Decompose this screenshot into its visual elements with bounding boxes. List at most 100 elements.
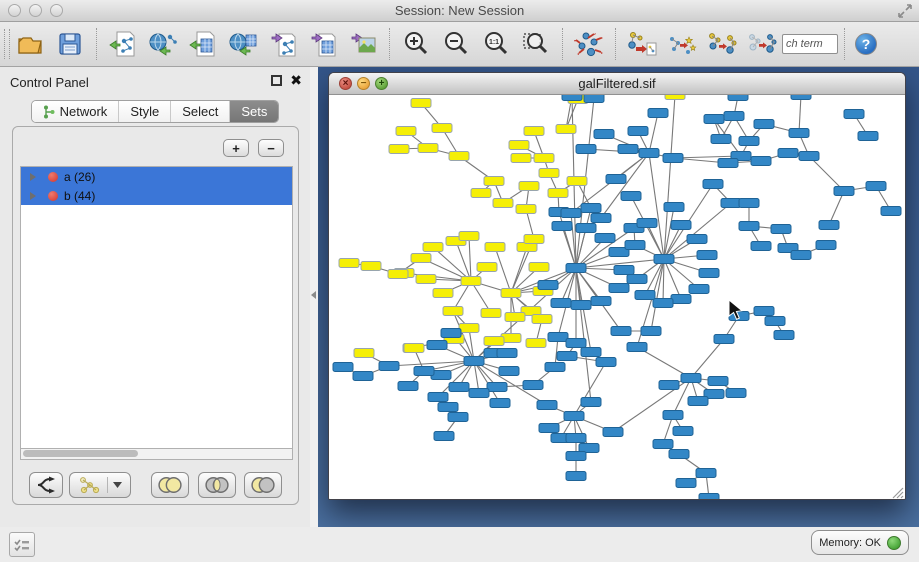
graph-node[interactable] (448, 413, 468, 422)
import-network-url-button[interactable] (143, 25, 183, 63)
graph-node[interactable] (416, 275, 436, 284)
tab-select[interactable]: Select (171, 101, 230, 122)
graph-node[interactable] (816, 241, 836, 250)
graph-node[interactable] (566, 434, 586, 443)
graph-node[interactable] (637, 219, 657, 228)
graph-node[interactable] (581, 348, 601, 357)
set-row-b[interactable]: b (44) (21, 186, 292, 205)
graph-node[interactable] (396, 127, 416, 136)
graph-node[interactable] (591, 297, 611, 306)
graph-node[interactable] (834, 187, 854, 196)
graph-node[interactable] (663, 411, 683, 420)
graph-edge[interactable] (576, 268, 591, 402)
graph-node[interactable] (361, 262, 381, 271)
zoom-window-button[interactable] (50, 4, 63, 17)
graph-node[interactable] (511, 154, 531, 163)
graph-node[interactable] (799, 152, 819, 161)
graph-edge[interactable] (469, 236, 471, 281)
graph-node[interactable] (676, 479, 696, 488)
graph-edge[interactable] (809, 156, 844, 191)
window-resize-grip[interactable] (893, 488, 903, 498)
graph-edge[interactable] (574, 362, 606, 416)
graph-node[interactable] (881, 207, 901, 216)
graph-node[interactable] (449, 383, 469, 392)
graph-node[interactable] (524, 235, 544, 244)
graph-node[interactable] (464, 357, 484, 366)
graph-node[interactable] (754, 307, 774, 316)
graph-node[interactable] (477, 263, 497, 272)
graph-node[interactable] (627, 343, 647, 352)
graph-node[interactable] (594, 130, 614, 139)
graph-node[interactable] (754, 120, 774, 129)
graph-node[interactable] (379, 362, 399, 371)
graph-edge[interactable] (829, 191, 844, 225)
graph-node[interactable] (618, 145, 638, 154)
import-table-url-button[interactable] (223, 25, 263, 63)
graph-node[interactable] (866, 182, 886, 191)
graph-node[interactable] (664, 203, 684, 212)
graph-edge[interactable] (664, 259, 681, 299)
graph-node[interactable] (539, 169, 559, 178)
graph-node[interactable] (566, 452, 586, 461)
expander-icon[interactable] (30, 173, 36, 181)
graph-node[interactable] (526, 339, 546, 348)
set-row-a[interactable]: a (26) (21, 167, 292, 186)
minimize-view-button[interactable]: − (357, 77, 370, 90)
graph-node[interactable] (428, 393, 448, 402)
export-table-button[interactable] (303, 25, 343, 63)
graph-node[interactable] (696, 469, 716, 478)
graph-node[interactable] (819, 221, 839, 230)
graph-node[interactable] (721, 199, 741, 208)
graph-node[interactable] (509, 141, 529, 150)
graph-node[interactable] (471, 189, 491, 198)
graph-node[interactable] (704, 115, 724, 124)
graph-node[interactable] (681, 374, 701, 383)
graph-node[interactable] (653, 440, 673, 449)
graph-node[interactable] (689, 285, 709, 294)
graph-node[interactable] (516, 205, 536, 214)
graph-node[interactable] (564, 412, 584, 421)
graph-node[interactable] (596, 358, 616, 367)
graph-node[interactable] (687, 235, 707, 244)
graph-node[interactable] (566, 472, 586, 481)
graph-node[interactable] (635, 291, 655, 300)
maximize-view-button[interactable]: + (375, 77, 388, 90)
graph-node[interactable] (774, 331, 794, 340)
search-input[interactable] (782, 34, 838, 54)
help-button[interactable]: ? (855, 33, 877, 55)
graph-node[interactable] (538, 281, 558, 290)
graph-node[interactable] (469, 389, 489, 398)
graph-node[interactable] (493, 199, 513, 208)
graph-node[interactable] (739, 199, 759, 208)
graph-node[interactable] (534, 154, 554, 163)
graph-node[interactable] (532, 315, 552, 324)
graph-node[interactable] (751, 157, 771, 166)
graph-node[interactable] (611, 327, 631, 336)
graph-node[interactable] (669, 450, 689, 459)
create-set-from-selection-button[interactable] (69, 472, 131, 498)
graph-node[interactable] (603, 428, 623, 437)
export-image-button[interactable] (343, 25, 383, 63)
graph-node[interactable] (663, 154, 683, 163)
remove-set-button[interactable]: − (258, 139, 284, 157)
graph-node[interactable] (591, 214, 611, 223)
graph-node[interactable] (699, 269, 719, 278)
union-sets-button[interactable] (151, 472, 189, 498)
graph-node[interactable] (545, 363, 565, 372)
hide-selected-button[interactable] (662, 25, 702, 63)
import-table-file-button[interactable] (183, 25, 223, 63)
graph-node[interactable] (414, 367, 434, 376)
graph-node[interactable] (461, 277, 481, 286)
graph-node[interactable] (497, 349, 517, 358)
graph-node[interactable] (751, 242, 771, 251)
graph-node[interactable] (671, 295, 691, 304)
graph-node[interactable] (703, 180, 723, 189)
graph-node[interactable] (654, 255, 674, 264)
export-network-button[interactable] (263, 25, 303, 63)
zoom-actual-size-button[interactable]: 1:1 (476, 25, 516, 63)
minimize-window-button[interactable] (29, 4, 42, 17)
graph-node[interactable] (614, 266, 634, 275)
graph-node[interactable] (481, 309, 501, 318)
save-session-button[interactable] (50, 25, 90, 63)
graph-node[interactable] (398, 382, 418, 391)
